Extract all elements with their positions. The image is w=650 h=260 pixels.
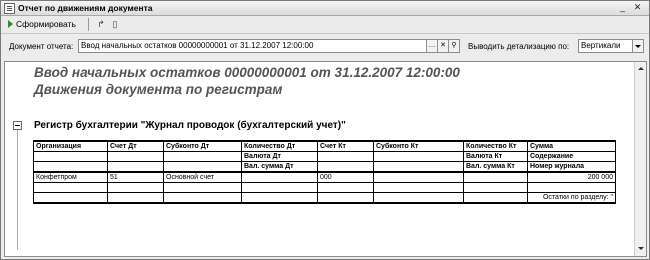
vertical-scrollbar[interactable] <box>634 62 646 256</box>
table-row: Конфетпром 51 Основной счет 000 200 000 <box>33 171 616 183</box>
header-cell: Содержание <box>527 151 616 162</box>
settings-icon[interactable]: ▯ <box>109 18 121 30</box>
cell-acc-dt: 51 <box>107 171 164 183</box>
cell-section-total: Остатки по разделу: " <box>527 192 616 204</box>
detail-select[interactable]: Вертикали <box>578 39 634 53</box>
window-title: Отчет по движениям документа <box>18 3 153 13</box>
cell-org: Конфетпром <box>33 171 108 183</box>
table-footer-row <box>33 202 616 215</box>
collapse-icon[interactable] <box>13 121 22 130</box>
cursor-icon[interactable]: ↱ <box>95 18 107 30</box>
header-cell: Сумма <box>527 140 616 152</box>
toolbar-separator <box>88 18 89 31</box>
scroll-up-icon[interactable] <box>638 67 644 70</box>
header-cell: Вал. сумма Дт <box>241 161 318 173</box>
report-window: Отчет по движениям документа _ ✕ Сформир… <box>0 0 650 260</box>
header-cell: Счет Дт <box>107 140 164 152</box>
header-cell: Счет Кт <box>317 140 374 152</box>
table-header-row: Вал. сумма Дт Вал. сумма Кт Номер журнал… <box>33 161 616 173</box>
header-cell: Номер журнала <box>527 161 616 173</box>
table-row: Остатки по разделу: " <box>33 192 616 204</box>
header-cell: Валюта Кт <box>463 151 528 162</box>
header-cell: Вал. сумма Кт <box>463 161 528 173</box>
report-area: Ввод начальных остатков 00000000001 от 3… <box>4 61 647 257</box>
header-cell: Количество Кт <box>463 140 528 152</box>
header-cell: Валюта Дт <box>241 151 318 162</box>
cell-sub-dt: Основной счет <box>163 171 242 183</box>
table-header-row: Валюта Дт Валюта Кт Содержание <box>33 151 616 162</box>
table-header-row: Организация Счет Дт Субконто Дт Количест… <box>33 140 616 152</box>
play-icon <box>8 20 13 28</box>
header-cell: Организация <box>33 140 108 152</box>
cell-sum: 200 000 <box>527 171 616 183</box>
register-title: Регистр бухгалтерии "Журнал проводок (бу… <box>34 120 346 131</box>
header-cell: Субконто Дт <box>163 140 242 152</box>
table-row <box>33 182 616 193</box>
header-cell: Субконто Кт <box>373 140 464 152</box>
minimize-icon[interactable]: _ <box>617 3 628 12</box>
document-icon <box>4 3 15 14</box>
report-subtitle: Движения документа по регистрам <box>34 82 283 97</box>
header-cell: Количество Дт <box>241 140 318 152</box>
chevron-down-icon[interactable] <box>632 39 644 53</box>
register-table: Организация Счет Дт Субконто Дт Количест… <box>33 140 616 215</box>
generate-label: Сформировать <box>16 19 76 29</box>
close-icon[interactable]: ✕ <box>632 3 643 12</box>
generate-button[interactable]: Сформировать <box>4 18 80 30</box>
detail-label: Выводить детализацию по: <box>468 42 570 51</box>
cell-acc-kt: 000 <box>317 171 374 183</box>
params-row: Документ отчета: Ввод начальных остатков… <box>1 34 649 58</box>
outline-line <box>17 130 18 250</box>
document-field[interactable]: Ввод начальных остатков 00000000001 от 3… <box>78 39 427 53</box>
title-bar: Отчет по движениям документа _ ✕ <box>1 1 649 16</box>
document-label: Документ отчета: <box>9 42 74 51</box>
scroll-down-icon[interactable] <box>638 247 644 250</box>
toolbar: Сформировать ↱ ▯ <box>1 16 649 34</box>
report-title: Ввод начальных остатков 00000000001 от 3… <box>34 65 460 80</box>
search-icon[interactable]: ⚲ <box>448 39 460 53</box>
